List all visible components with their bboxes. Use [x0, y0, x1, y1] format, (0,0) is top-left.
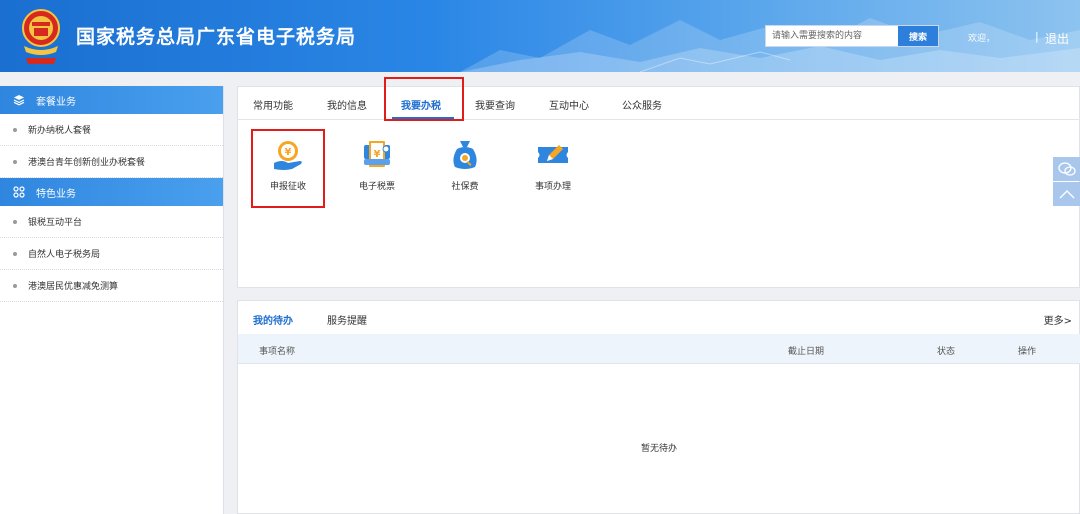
chat-bubble-icon: [1057, 162, 1076, 176]
layers-icon: [12, 93, 26, 107]
column-header-deadline: 截止日期: [788, 347, 825, 357]
search-input[interactable]: [766, 26, 898, 46]
function-social-security[interactable]: 社保费: [430, 137, 500, 192]
highlight-box-function: [251, 129, 325, 208]
function-item-handling[interactable]: 事项办理: [518, 137, 588, 192]
bullet-icon: [13, 159, 17, 164]
sidebar-item-label: 银税互动平台: [28, 218, 83, 228]
column-header-status: 状态: [937, 347, 956, 357]
grid-icon: [12, 185, 26, 199]
sidebar-section-label: 套餐业务: [36, 96, 76, 108]
logout-link[interactable]: 退出: [1045, 30, 1069, 47]
svg-text:¥: ¥: [374, 149, 381, 160]
welcome-text: 欢迎，: [968, 34, 996, 44]
column-header-actions: 操作: [1018, 347, 1037, 357]
social-security-icon: [453, 141, 477, 169]
header-separator: |: [1035, 30, 1039, 43]
sidebar-item-label: 新办纳税人套餐: [28, 126, 92, 136]
tab-my-info[interactable]: 我的信息: [327, 97, 367, 112]
tab-service-reminder[interactable]: 服务提醒: [327, 312, 367, 327]
sidebar-item-label: 港澳台青年创新创业办税套餐: [28, 158, 146, 168]
e-tax-receipt-icon: ¥: [364, 141, 390, 167]
chevron-up-icon: [1059, 190, 1074, 199]
sidebar-item-hk-macau-relief-calculator[interactable]: 港澳居民优惠减免测算: [0, 270, 223, 302]
sidebar-item-label: 自然人电子税务局: [28, 250, 101, 260]
back-to-top-button[interactable]: [1053, 182, 1080, 206]
sidebar-item-new-taxpayer-package[interactable]: 新办纳税人套餐: [0, 114, 223, 146]
header-bar: 国家税务总局广东省电子税务局 搜索 欢迎， | 退出: [0, 0, 1080, 72]
tab-common-functions[interactable]: 常用功能: [253, 97, 293, 112]
tab-interaction-center[interactable]: 互动中心: [549, 97, 589, 112]
tab-my-todo[interactable]: 我的待办: [253, 312, 293, 327]
todo-table-header: 事项名称 截止日期 状态 操作: [238, 334, 1080, 364]
column-header-item-name: 事项名称: [259, 347, 296, 357]
sidebar-section-package[interactable]: 套餐业务: [0, 86, 223, 114]
highlight-box-tab: [384, 77, 464, 121]
function-label: 社保费: [451, 182, 479, 192]
service-panel: 常用功能 我的信息 我要办税 我要查询 互动中心 公众服务 ¥ 申报征收 ¥ 电…: [237, 77, 1080, 288]
function-label: 事项办理: [534, 182, 571, 192]
bullet-icon: [13, 283, 17, 288]
empty-state-text: 暂无待办: [641, 444, 678, 454]
sidebar-section-featured[interactable]: 特色业务: [0, 178, 223, 206]
sidebar-item-hk-macau-youth-package[interactable]: 港澳台青年创新创业办税套餐: [0, 146, 223, 178]
tax-bureau-emblem-icon: [22, 9, 60, 64]
tab-query[interactable]: 我要查询: [475, 97, 515, 112]
bullet-icon: [13, 251, 17, 256]
function-e-tax-receipt[interactable]: ¥ 电子税票: [342, 137, 412, 192]
sidebar-section-label: 特色业务: [36, 188, 76, 200]
function-label: 电子税票: [358, 182, 395, 192]
sidebar-item-natural-person-etax[interactable]: 自然人电子税务局: [0, 238, 223, 270]
sidebar-item-label: 港澳居民优惠减免测算: [28, 282, 119, 292]
todo-panel: 我的待办 服务提醒 更多> 事项名称 截止日期 状态 操作 暂无待办: [237, 300, 1080, 514]
edit-ticket-icon: [538, 145, 568, 163]
tab-public-service[interactable]: 公众服务: [622, 97, 662, 112]
chat-float-button[interactable]: [1053, 157, 1080, 181]
more-link[interactable]: 更多>: [1044, 312, 1072, 327]
sidebar-item-bank-tax-platform[interactable]: 银税互动平台: [0, 206, 223, 238]
site-title: 国家税务总局广东省电子税务局: [76, 26, 357, 48]
bullet-icon: [13, 219, 17, 224]
search-button[interactable]: 搜索: [898, 26, 938, 46]
bullet-icon: [13, 127, 17, 132]
sidebar: 套餐业务 新办纳税人套餐 港澳台青年创新创业办税套餐 特色业务 银税互动平台 自…: [0, 86, 224, 514]
search-box: 搜索: [765, 25, 939, 47]
main-tabs: 常用功能 我的信息 我要办税 我要查询 互动中心 公众服务: [238, 87, 1080, 120]
